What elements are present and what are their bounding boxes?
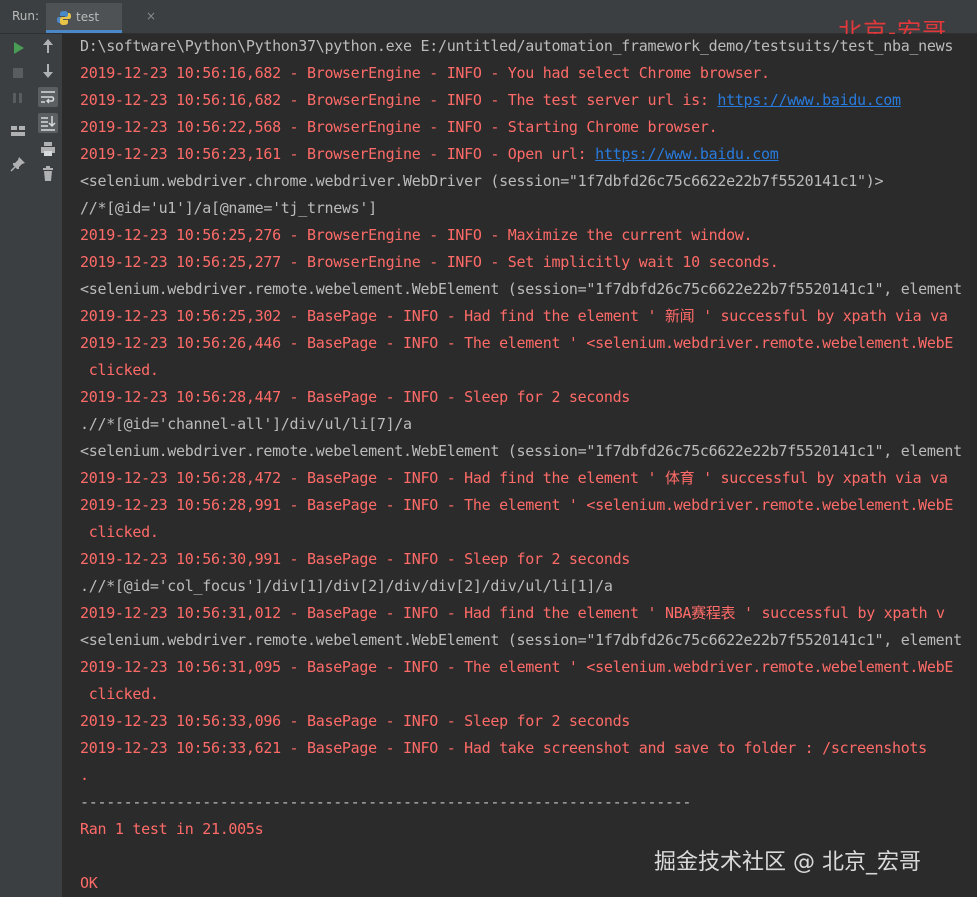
console-line-text: <selenium.webdriver.remote.webelement.We… bbox=[80, 280, 962, 298]
console-line-text: .//*[@id='channel-all']/div/ul/li[7]/a bbox=[80, 415, 412, 433]
console-line-text: ----------------------------------------… bbox=[80, 793, 692, 811]
console-line-text: 2019-12-23 10:56:23,161 - BrowserEngine … bbox=[80, 145, 596, 163]
console-line: 2019-12-23 10:56:31,095 - BasePage - INF… bbox=[80, 658, 953, 676]
console-line: . bbox=[80, 766, 89, 784]
console-line: 2019-12-23 10:56:33,621 - BasePage - INF… bbox=[80, 739, 927, 757]
console-line: 2019-12-23 10:56:30,991 - BasePage - INF… bbox=[80, 550, 630, 568]
console-line: ----------------------------------------… bbox=[80, 793, 691, 811]
console-line: 2019-12-23 10:56:28,472 - BasePage - INF… bbox=[80, 469, 948, 487]
console-line-text: clicked. bbox=[80, 523, 159, 541]
console-line-text: //*[@id='u1']/a[@name='tj_trnews'] bbox=[80, 199, 377, 217]
console-line: 2019-12-23 10:56:33,096 - BasePage - INF… bbox=[80, 712, 630, 730]
console-line: clicked. bbox=[80, 361, 159, 379]
console-line: 2019-12-23 10:56:28,447 - BasePage - INF… bbox=[80, 388, 630, 406]
console-output[interactable]: D:\software\Python\Python37\python.exe E… bbox=[64, 34, 977, 897]
watermark-bottom: 掘金技术社区 @ 北京_宏哥 bbox=[654, 850, 921, 875]
console-line-text: 2019-12-23 10:56:28,472 - BasePage - INF… bbox=[80, 469, 948, 487]
console-line-text: D:\software\Python\Python37\python.exe E… bbox=[80, 37, 954, 55]
scroll-end-icon[interactable] bbox=[38, 113, 58, 133]
console-line-text: 2019-12-23 10:56:26,446 - BasePage - INF… bbox=[80, 334, 954, 352]
console-line: 2019-12-23 10:56:25,277 - BrowserEngine … bbox=[80, 253, 779, 271]
console-line: clicked. bbox=[80, 523, 159, 541]
console-line: //*[@id='u1']/a[@name='tj_trnews'] bbox=[80, 199, 377, 217]
run-toolbar-left bbox=[0, 34, 34, 897]
console-line: 2019-12-23 10:56:22,568 - BrowserEngine … bbox=[80, 118, 718, 136]
python-icon bbox=[56, 10, 72, 26]
console-line: <selenium.webdriver.remote.webelement.We… bbox=[80, 631, 962, 649]
console-line-text: 2019-12-23 10:56:28,991 - BasePage - INF… bbox=[80, 496, 954, 514]
console-link[interactable]: https://www.baidu.com bbox=[595, 145, 779, 163]
layout-icon[interactable] bbox=[8, 121, 28, 141]
console-line-text: 2019-12-23 10:56:25,277 - BrowserEngine … bbox=[80, 253, 779, 271]
run-toolbar-right bbox=[34, 34, 63, 897]
console-line-text: 2019-12-23 10:56:25,276 - BrowserEngine … bbox=[80, 226, 753, 244]
console-line-text: 2019-12-23 10:56:33,621 - BasePage - INF… bbox=[80, 739, 927, 757]
arrow-down-icon[interactable] bbox=[38, 61, 58, 81]
console-line-text: <selenium.webdriver.remote.webelement.We… bbox=[80, 631, 962, 649]
play-icon[interactable] bbox=[8, 38, 28, 58]
console-line: Ran 1 test in 21.005s bbox=[80, 820, 264, 838]
close-icon[interactable]: × bbox=[146, 9, 156, 23]
console-line-text: 2019-12-23 10:56:31,095 - BasePage - INF… bbox=[80, 658, 954, 676]
console-line: <selenium.webdriver.remote.webelement.We… bbox=[80, 442, 962, 460]
console-line: 2019-12-23 10:56:26,446 - BasePage - INF… bbox=[80, 334, 953, 352]
console-line: <selenium.webdriver.remote.webelement.We… bbox=[80, 280, 962, 298]
console-line-text: <selenium.webdriver.remote.webelement.We… bbox=[80, 442, 962, 460]
console-line-text: .//*[@id='col_focus']/div[1]/div[2]/div/… bbox=[80, 577, 613, 595]
console-line-text: 2019-12-23 10:56:22,568 - BrowserEngine … bbox=[80, 118, 718, 136]
console-line: OK bbox=[80, 874, 98, 892]
wrap-icon[interactable] bbox=[38, 87, 58, 107]
print-icon[interactable] bbox=[38, 139, 58, 159]
run-tab-bar: Run: test × 北京-宏哥 bbox=[0, 0, 977, 46]
console-line-text: Ran 1 test in 21.005s bbox=[80, 820, 264, 838]
console-line-text: <selenium.webdriver.chrome.webdriver.Web… bbox=[80, 172, 884, 190]
console-line: D:\software\Python\Python37\python.exe E… bbox=[80, 37, 953, 55]
console-line: <selenium.webdriver.chrome.webdriver.Web… bbox=[80, 172, 884, 190]
console-line-text: 2019-12-23 10:56:31,012 - BasePage - INF… bbox=[80, 604, 945, 622]
console-line: 2019-12-23 10:56:25,302 - BasePage - INF… bbox=[80, 307, 948, 325]
console-line-text: 2019-12-23 10:56:25,302 - BasePage - INF… bbox=[80, 307, 948, 325]
console-line-text: 2019-12-23 10:56:30,991 - BasePage - INF… bbox=[80, 550, 631, 568]
console-line-text: 2019-12-23 10:56:33,096 - BasePage - INF… bbox=[80, 712, 631, 730]
console-line: 2019-12-23 10:56:25,276 - BrowserEngine … bbox=[80, 226, 753, 244]
console-line: 2019-12-23 10:56:16,682 - BrowserEngine … bbox=[80, 64, 770, 82]
trash-icon[interactable] bbox=[38, 164, 58, 184]
console-line-text: clicked. bbox=[80, 361, 159, 379]
tab-label: test bbox=[76, 10, 100, 24]
pin-icon[interactable] bbox=[8, 154, 28, 174]
console-line-text: 2019-12-23 10:56:16,682 - BrowserEngine … bbox=[80, 91, 718, 109]
console-line-text: OK bbox=[80, 874, 98, 892]
arrow-up-icon[interactable] bbox=[38, 36, 58, 56]
run-label: Run: bbox=[12, 9, 40, 23]
console-line: 2019-12-23 10:56:23,161 - BrowserEngine … bbox=[80, 145, 779, 163]
tab-test[interactable]: test × bbox=[46, 3, 156, 33]
console-line: 2019-12-23 10:56:16,682 - BrowserEngine … bbox=[80, 91, 901, 109]
console-line-text: 2019-12-23 10:56:28,447 - BasePage - INF… bbox=[80, 388, 631, 406]
console-link[interactable]: https://www.baidu.com bbox=[717, 91, 901, 109]
pause-icon[interactable] bbox=[8, 88, 28, 108]
console-line: 2019-12-23 10:56:31,012 - BasePage - INF… bbox=[80, 604, 945, 622]
console-line: .//*[@id='channel-all']/div/ul/li[7]/a bbox=[80, 415, 412, 433]
console-line-text: clicked. bbox=[80, 685, 159, 703]
console-line-text: 2019-12-23 10:56:16,682 - BrowserEngine … bbox=[80, 64, 770, 82]
console-line-text: . bbox=[80, 766, 89, 784]
stop-icon[interactable] bbox=[8, 63, 28, 83]
console-line: clicked. bbox=[80, 685, 159, 703]
console-line: 2019-12-23 10:56:28,991 - BasePage - INF… bbox=[80, 496, 953, 514]
console-line: .//*[@id='col_focus']/div[1]/div[2]/div/… bbox=[80, 577, 613, 595]
